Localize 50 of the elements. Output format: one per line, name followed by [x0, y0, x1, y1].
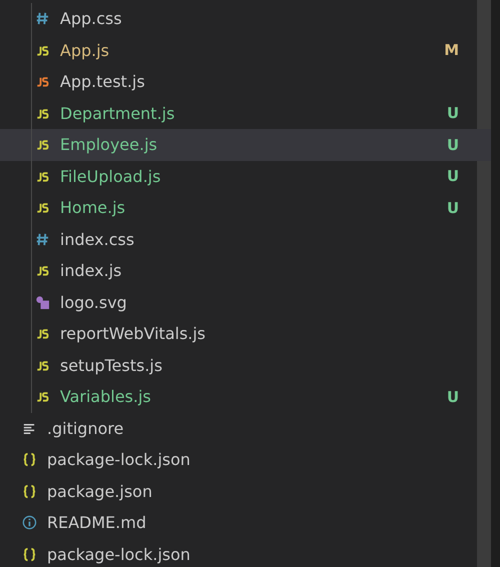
- file-item[interactable]: Home.js U: [0, 192, 477, 224]
- file-name: logo.svg: [60, 292, 127, 312]
- file-name: Home.js: [60, 198, 126, 218]
- file-item[interactable]: App.css: [0, 3, 477, 34]
- git-status: U: [446, 167, 459, 186]
- file-name: FileUpload.js: [60, 166, 161, 186]
- file-name: reportWebVitals.js: [60, 324, 206, 344]
- file-name: README.md: [47, 513, 146, 532]
- git-status: U: [446, 388, 459, 406]
- file-name: App.css: [60, 9, 122, 28]
- file-item[interactable]: App.js M: [0, 34, 477, 66]
- file-item[interactable]: package.json: [0, 476, 477, 507]
- file-name: package.json: [47, 482, 152, 501]
- file-item[interactable]: App.test.js: [0, 66, 477, 98]
- braces-icon: [22, 546, 37, 562]
- file-name: package-lock.json: [47, 544, 190, 564]
- file-item[interactable]: package-lock.json: [0, 444, 477, 476]
- file-item[interactable]: README.md: [0, 507, 477, 538]
- info-icon: [22, 515, 37, 530]
- file-name: Variables.js: [60, 387, 151, 406]
- file-name: index.js: [60, 261, 122, 280]
- git-status: M: [444, 41, 459, 60]
- shapes-icon: [35, 294, 50, 310]
- file-name: Employee.js: [60, 135, 158, 154]
- file-item[interactable]: reportWebVitals.js: [0, 318, 477, 350]
- hash-icon: [35, 232, 50, 247]
- file-item[interactable]: Department.js U: [0, 98, 477, 129]
- file-item[interactable]: Variables.js U: [0, 381, 477, 412]
- file-item[interactable]: index.css: [0, 224, 477, 255]
- file-name: App.test.js: [60, 72, 145, 92]
- scrollbar[interactable]: [477, 0, 491, 567]
- file-item[interactable]: setupTests.js: [0, 350, 477, 381]
- braces-icon: [22, 452, 37, 468]
- hash-icon: [35, 11, 50, 26]
- file-name: index.css: [60, 230, 134, 249]
- file-item[interactable]: logo.svg: [0, 286, 477, 318]
- file-item[interactable]: FileUpload.js U: [0, 160, 477, 192]
- braces-icon: [22, 484, 37, 499]
- file-name: setupTests.js: [60, 356, 162, 375]
- file-name: App.js: [60, 40, 110, 60]
- file-item[interactable]: package-lock.json: [0, 538, 477, 567]
- git-status: U: [446, 104, 459, 122]
- git-status: U: [446, 136, 459, 154]
- git-status: U: [446, 198, 459, 217]
- file-item[interactable]: Employee.js U: [0, 129, 491, 160]
- file-item[interactable]: index.js: [0, 255, 477, 286]
- file-name: .gitignore: [47, 418, 124, 438]
- file-item[interactable]: .gitignore: [0, 412, 477, 444]
- file-name: Department.js: [60, 104, 175, 123]
- file-name: package-lock.json: [47, 450, 190, 470]
